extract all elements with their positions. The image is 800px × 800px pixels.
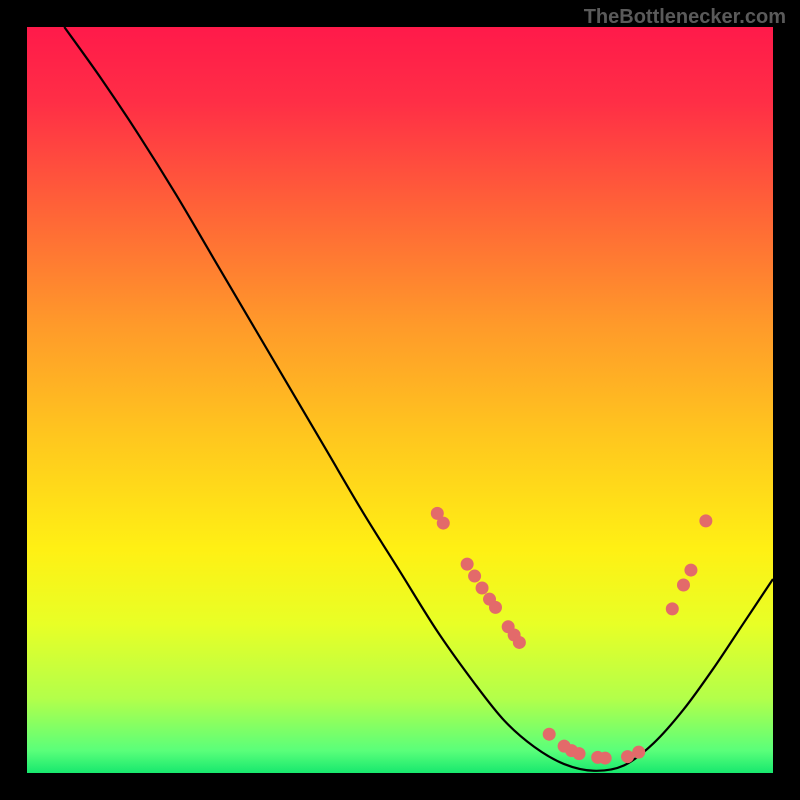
- chart-background: [27, 27, 773, 773]
- data-marker: [677, 579, 690, 592]
- data-marker: [476, 581, 489, 594]
- data-marker: [468, 570, 481, 583]
- data-marker: [621, 750, 634, 763]
- data-marker: [437, 517, 450, 530]
- data-marker: [543, 728, 556, 741]
- data-marker: [699, 514, 712, 527]
- chart-plot: [27, 27, 773, 773]
- data-marker: [684, 564, 697, 577]
- data-marker: [573, 747, 586, 760]
- data-marker: [666, 602, 679, 615]
- data-marker: [599, 752, 612, 765]
- chart-svg: [27, 27, 773, 773]
- watermark: TheBottlenecker.com: [584, 6, 786, 29]
- data-marker: [632, 746, 645, 759]
- data-marker: [461, 558, 474, 571]
- data-marker: [513, 636, 526, 649]
- data-marker: [489, 601, 502, 614]
